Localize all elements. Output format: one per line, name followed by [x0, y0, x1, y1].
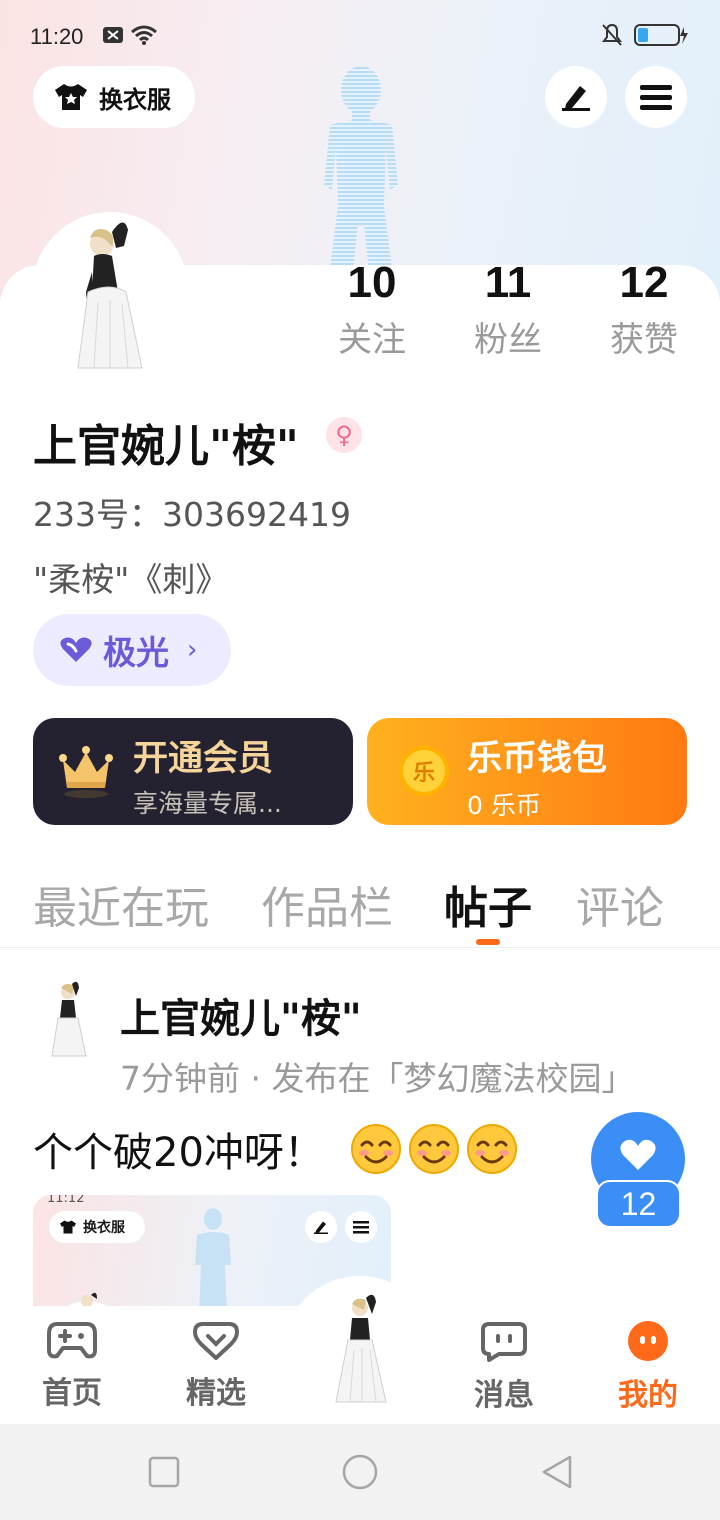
nav-featured-label: 精选 — [186, 1376, 246, 1411]
system-navigation-bar — [0, 1424, 720, 1520]
active-tab-indicator — [476, 939, 500, 945]
smile-emoji-icon — [408, 1124, 459, 1174]
mute-bell-icon — [602, 23, 622, 46]
profile-name: 上官婉儿"桉" — [33, 421, 299, 472]
vip-title: 开通会员 — [133, 739, 274, 779]
preview-outfit-label: 换衣服 — [83, 1220, 125, 1236]
badge-label: 极光 — [103, 633, 169, 672]
signature: "柔桉"《刺》 — [33, 560, 229, 599]
preview-pen-icon — [305, 1211, 337, 1243]
likes-count: 12 — [619, 258, 669, 307]
nav-me-label: 我的 — [618, 1378, 678, 1413]
heart-icon — [620, 1139, 656, 1170]
vip-subtitle: 享海量专属... — [133, 789, 282, 818]
nav-home[interactable]: 首页 — [22, 1320, 122, 1412]
smile-emoji-icon — [466, 1124, 517, 1174]
vip-card[interactable]: 开通会员 享海量专属... — [33, 718, 353, 825]
nav-avatar-center[interactable] — [330, 1290, 396, 1404]
hamburger-icon — [640, 85, 672, 110]
purple-heart-icon — [60, 637, 92, 662]
stat-likes[interactable]: 12 获赞 — [604, 258, 684, 361]
home-icon[interactable] — [341, 1453, 379, 1491]
recent-apps-icon[interactable] — [148, 1456, 180, 1488]
preview-time: 11:12 — [47, 1195, 85, 1206]
nav-featured[interactable]: 精选 — [166, 1320, 266, 1412]
tab-comments[interactable]: 评论 — [576, 872, 664, 936]
shirt-icon — [55, 84, 87, 110]
change-outfit-label: 换衣服 — [99, 85, 171, 114]
gamepad-icon — [47, 1322, 97, 1359]
coin-wallet-card[interactable]: 乐 乐币钱包 0 乐币 — [367, 718, 687, 825]
pen-icon — [562, 86, 590, 111]
crown-icon — [59, 746, 113, 798]
user-id[interactable]: 233号：303692419 — [33, 488, 351, 536]
aurora-badge[interactable]: 极光 › — [33, 614, 231, 686]
post-meta: 7分钟前 · 发布在「梦幻魔法校园」 — [120, 1059, 635, 1098]
shirt-icon — [60, 1220, 76, 1234]
battery-icon — [634, 24, 688, 46]
post-author-avatar[interactable] — [44, 978, 96, 1058]
edit-profile-button[interactable] — [545, 66, 607, 128]
coin-icon: 乐 — [399, 746, 449, 796]
back-icon[interactable] — [540, 1454, 574, 1490]
coin-title: 乐币钱包 — [467, 739, 608, 779]
preview-menu-icon — [345, 1211, 377, 1243]
me-icon — [628, 1321, 668, 1361]
nav-messages[interactable]: 消息 — [454, 1320, 554, 1414]
avatar[interactable] — [32, 212, 188, 372]
nav-home-label: 首页 — [42, 1376, 102, 1411]
tab-works[interactable]: 作品栏 — [261, 872, 393, 936]
post-text: 个个破20冲呀！ — [33, 1130, 324, 1176]
menu-button[interactable] — [625, 66, 687, 128]
change-outfit-button[interactable]: 换衣服 — [33, 66, 195, 128]
preview-outfit-button: 换衣服 — [49, 1211, 145, 1243]
wifi-icon — [131, 25, 157, 45]
avatar-figure — [77, 222, 143, 369]
nav-messages-label: 消息 — [474, 1378, 534, 1413]
chat-icon — [481, 1322, 527, 1362]
status-bar: 11:20 — [0, 0, 720, 70]
female-icon: ♀ — [326, 417, 362, 453]
status-time: 11:20 — [30, 24, 84, 49]
coin-balance: 0 乐币 — [467, 791, 541, 820]
tab-recent-play[interactable]: 最近在玩 — [33, 872, 209, 936]
nav-me[interactable]: 我的 — [598, 1320, 698, 1414]
chevron-right-icon: › — [187, 635, 198, 665]
following-count: 10 — [347, 258, 397, 307]
heart-bubble-icon — [193, 1322, 239, 1360]
likes-label: 获赞 — [610, 320, 678, 360]
like-count: 12 — [596, 1180, 681, 1228]
fans-label: 粉丝 — [474, 320, 542, 360]
tab-posts[interactable]: 帖子 — [444, 872, 532, 936]
post-author-name[interactable]: 上官婉儿"桉" — [120, 986, 362, 1044]
notification-icon — [103, 27, 123, 43]
preview-hologram — [195, 1208, 231, 1315]
post-body: 个个破20冲呀！ — [33, 1120, 518, 1178]
fans-count: 11 — [484, 258, 532, 307]
stat-fans[interactable]: 11 粉丝 — [468, 258, 548, 361]
smile-emoji-icon — [350, 1124, 401, 1174]
content-tabs: 最近在玩 作品栏 帖子 评论 — [0, 872, 720, 948]
stat-following[interactable]: 10 关注 — [332, 258, 412, 361]
following-label: 关注 — [338, 320, 406, 360]
